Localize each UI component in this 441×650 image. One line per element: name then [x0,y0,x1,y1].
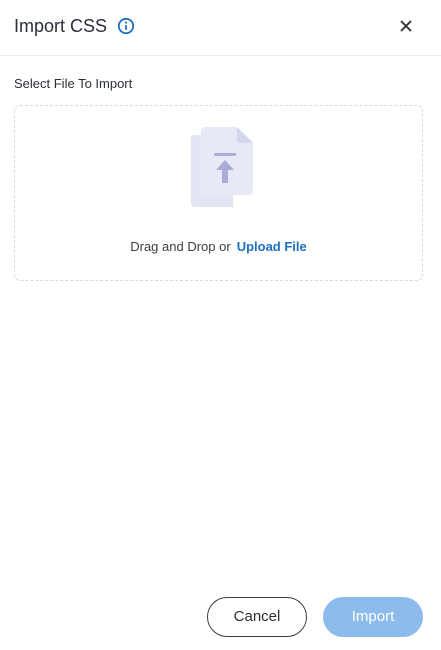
cancel-button[interactable]: Cancel [207,597,307,637]
close-icon-glyph [400,20,412,32]
dialog-title: Import CSS [14,16,108,36]
upload-file-link[interactable]: Upload File [237,239,307,254]
select-file-label: Select File To Import [14,76,133,91]
file-upload-icon [187,127,257,209]
info-icon[interactable] [117,17,135,35]
import-css-dialog: Import CSS Select File To Import Drag an… [0,0,441,650]
dialog-header: Import CSS [0,0,441,56]
drop-prefix-text: Drag and Drop or [130,239,231,254]
info-icon-glyph [117,17,135,35]
file-dropzone[interactable]: Drag and Drop or Upload File [14,105,423,281]
drop-instructions: Drag and Drop or Upload File [15,238,422,255]
import-button[interactable]: Import [323,597,423,637]
file-upload-illustration [191,127,253,207]
close-icon[interactable] [397,17,415,35]
